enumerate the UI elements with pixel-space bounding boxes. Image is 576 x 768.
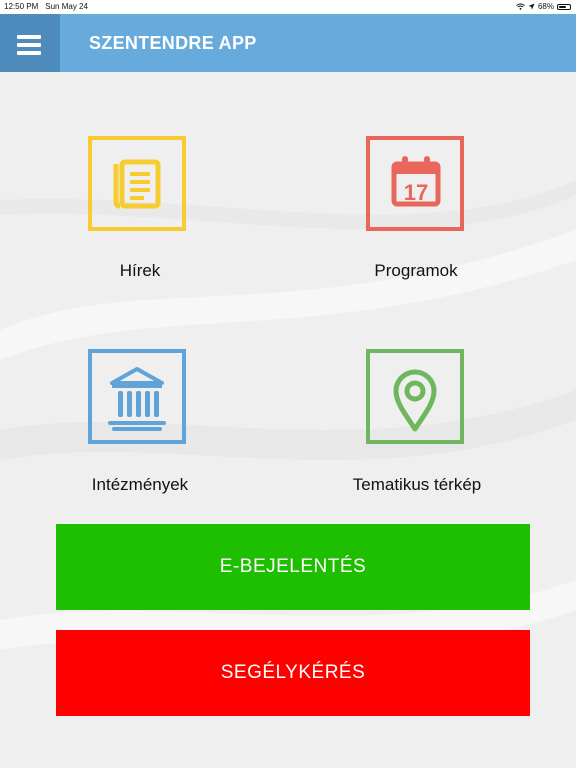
- tile-institutions-label: Intézmények: [91, 475, 189, 494]
- app-header: SZENTENDRE APP: [0, 14, 576, 72]
- newspaper-icon: [113, 159, 161, 209]
- tile-programs[interactable]: 17 Programok: [296, 136, 536, 316]
- app-screen: 12:50 PM Sun May 24 68% SZENTENDRE APP H…: [0, 0, 576, 768]
- map-pin-icon: [393, 369, 437, 432]
- wifi-icon: [516, 3, 525, 10]
- tile-institutions[interactable]: Intézmények: [20, 349, 260, 529]
- institution-icon: [108, 367, 166, 431]
- calendar-icon: 17: [391, 156, 441, 207]
- battery-icon: [557, 3, 571, 10]
- hamburger-menu-icon[interactable]: [0, 14, 60, 72]
- status-time: 12:50 PM: [4, 2, 39, 11]
- battery-percentage: 68%: [537, 2, 554, 11]
- app-title: SZENTENDRE APP: [89, 33, 257, 53]
- status-bar: 12:50 PM Sun May 24 68%: [0, 0, 576, 14]
- location-arrow-icon: [528, 3, 535, 10]
- tile-thematic-map-label: Tematikus térkép: [352, 475, 482, 494]
- e-report-button[interactable]: E-BEJELENTÉS: [56, 524, 530, 610]
- tile-programs-box: 17: [366, 136, 464, 231]
- tile-programs-label: Programok: [374, 261, 458, 280]
- battery-level: [559, 5, 566, 8]
- tile-thematic-map[interactable]: Tematikus térkép: [297, 349, 537, 529]
- tile-institutions-box: [88, 349, 186, 444]
- status-date: Sun May 24: [45, 2, 88, 11]
- calendar-icon-day: 17: [404, 180, 428, 205]
- tile-news-box: [88, 136, 186, 231]
- tile-thematic-map-box: [366, 349, 464, 444]
- help-request-button[interactable]: SEGÉLYKÉRÉS: [56, 630, 530, 716]
- tile-news[interactable]: Hírek: [20, 136, 260, 316]
- tile-news-label: Hírek: [119, 261, 161, 280]
